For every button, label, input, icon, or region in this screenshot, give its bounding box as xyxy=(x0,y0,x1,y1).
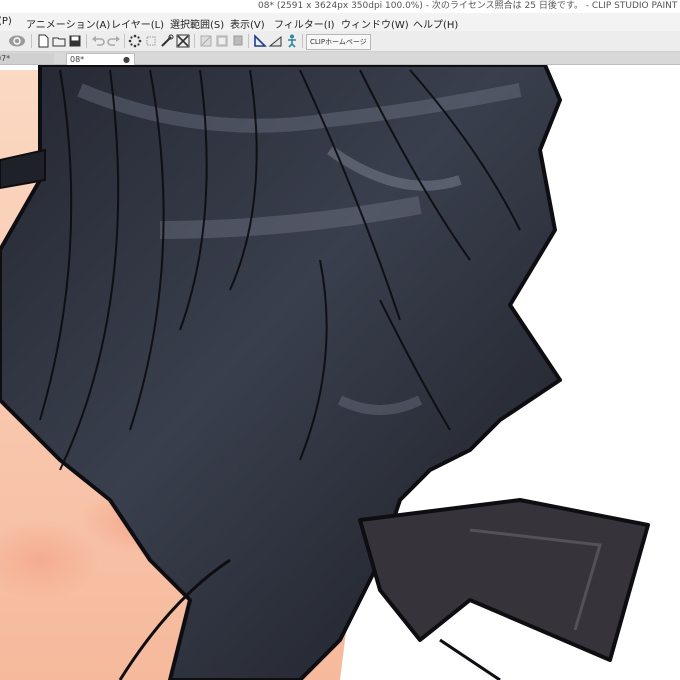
transform-icon[interactable] xyxy=(160,34,174,48)
menu-item-view[interactable]: 表示(V) xyxy=(230,16,265,31)
undo-icon[interactable] xyxy=(91,34,105,48)
tab-08[interactable]: 08* ● xyxy=(66,53,135,65)
document-tab-bar: 07* 08* ● xyxy=(0,52,680,65)
cloud-sync-icon[interactable] xyxy=(8,34,26,48)
menu-bar: (P) アニメーション(A) レイヤー(L) 選択範囲(S) 表示(V) フィル… xyxy=(0,13,680,32)
tab-08-label: 08* xyxy=(70,55,85,64)
new-file-icon[interactable] xyxy=(36,34,50,48)
ribbon xyxy=(358,498,650,662)
window-title-bar: 08* (2591 x 3624px 350dpi 100.0%) - 次のライ… xyxy=(0,0,680,13)
artwork xyxy=(0,65,650,680)
clip-homepage-button[interactable]: CLIPホームページ xyxy=(306,34,371,50)
stamp-icon[interactable] xyxy=(231,34,245,48)
menu-item-layer[interactable]: レイヤー(L) xyxy=(111,16,164,31)
menu-item-help[interactable]: ヘルプ(H) xyxy=(413,16,458,31)
crop-icon[interactable] xyxy=(144,34,158,48)
menu-item-selection[interactable]: 選択範囲(S) xyxy=(170,16,224,31)
menu-item-animation[interactable]: アニメーション(A) xyxy=(26,16,110,31)
window-title: 08* (2591 x 3624px 350dpi 100.0%) - 次のライ… xyxy=(258,1,678,11)
save-icon[interactable] xyxy=(68,34,82,48)
deselect-icon[interactable] xyxy=(128,34,142,48)
redo-icon[interactable] xyxy=(107,34,121,48)
clear-icon[interactable] xyxy=(199,34,213,48)
tab-07[interactable]: 07* xyxy=(0,53,54,64)
person-figure-icon[interactable] xyxy=(285,34,299,48)
ruler-icon[interactable] xyxy=(253,34,267,48)
menu-item-window[interactable]: ウィンドウ(W) xyxy=(341,16,409,31)
command-bar: CLIPホームページ xyxy=(0,31,680,52)
tab-close-icon[interactable]: ● xyxy=(123,54,130,65)
menu-item-filter[interactable]: フィルター(I) xyxy=(274,16,335,31)
scale-icon[interactable] xyxy=(176,34,190,48)
open-file-icon[interactable] xyxy=(52,34,66,48)
fill-icon[interactable] xyxy=(215,34,229,48)
perspective-icon[interactable] xyxy=(269,34,283,48)
menu-item-file[interactable]: (P) xyxy=(0,16,12,27)
drawing-canvas[interactable] xyxy=(0,65,680,680)
tab-07-label: 07* xyxy=(0,54,11,63)
